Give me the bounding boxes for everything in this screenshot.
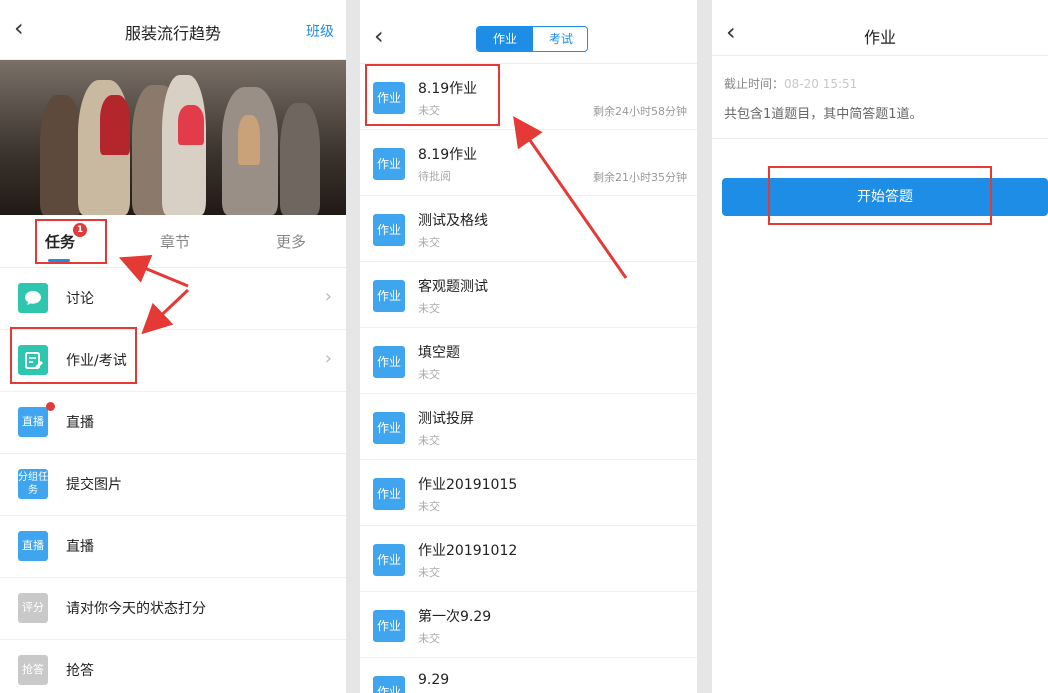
live-icon: 直播 [18,407,48,437]
homework-status: 待批阅 [418,170,451,183]
homework-row[interactable]: 作业 第一次9.29 未交 [360,592,697,658]
deadline-value: 08-20 15:51 [784,77,858,91]
list-item-discussion[interactable]: 讨论 › [0,268,346,330]
homework-icon: 作业 [373,478,405,510]
homework-icon: 作业 [373,412,405,444]
homework-icon: 作业 [373,676,405,693]
tab-task-label: 任务 [45,233,76,251]
homework-icon: 作业 [373,214,405,246]
edit-note-icon [18,345,48,375]
homework-status: 未交 [418,104,440,117]
course-screen: ‹ 服装流行趋势 班级 任务 1 章节 更多 讨论 › 作业/考试 › 直播 直… [0,0,346,693]
divider [697,0,712,693]
homework-icon: 作业 [373,544,405,576]
homework-title: 填空题 [418,345,460,361]
group-task-icon: 分组任务 [18,469,48,499]
page-title: 作业 [863,28,896,47]
chevron-right-icon: › [324,348,332,369]
homework-status: 未交 [418,302,440,315]
homework-icon: 作业 [373,280,405,312]
list-item-label: 直播 [66,539,94,555]
course-tabs: 任务 1 章节 更多 [0,215,346,268]
homework-status: 未交 [418,368,440,381]
homework-title: 客观题测试 [418,279,488,295]
homework-title: 9.29 [418,672,450,688]
homework-status: 未交 [418,632,440,645]
list-item-label: 直播 [66,415,94,431]
time-remaining: 剩余24小时58分钟 [593,105,687,118]
homework-title: 作业20191012 [418,543,518,559]
homework-title: 8.19作业 [418,147,478,163]
time-remaining: 剩余21小时35分钟 [593,171,687,184]
class-link[interactable]: 班级 [306,21,334,41]
list-item-group-task[interactable]: 分组任务 提交图片 [0,454,346,516]
homework-row[interactable]: 作业 测试投屏未交 [360,394,697,460]
list-item-label: 请对你今天的状态打分 [66,601,206,617]
navbar: ‹ 作业 考试 [360,10,697,64]
deadline-label: 截止时间： [724,77,785,91]
homework-row[interactable]: 作业9.29未交 [360,658,697,693]
homework-exam-segment: 作业 考试 [476,26,588,52]
chevron-right-icon: › [324,286,332,307]
homework-icon: 作业 [373,346,405,378]
list-item-live[interactable]: 直播 直播 [0,392,346,454]
homework-row[interactable]: 作业 8.19作业 未交 剩余24小时58分钟 [360,64,697,130]
page-title: 服装流行趋势 [124,24,221,43]
homework-row[interactable]: 作业 客观题测试未交 [360,262,697,328]
question-summary: 共包含1道题目，其中简答题1道。 [724,107,923,122]
list-item-label: 讨论 [66,291,94,307]
divider [712,138,1048,139]
list-item-live-2[interactable]: 直播 直播 [0,516,346,578]
homework-detail-screen: ‹ 作业 截止时间：08-20 15:51 共包含1道题目，其中简答题1道。 开… [712,10,1048,693]
list-item-quick-answer[interactable]: 抢答 抢答 [0,640,346,693]
homework-title: 8.19作业 [418,81,478,97]
homework-list-screen: ‹ 作业 考试 作业 8.19作业 未交 剩余24小时58分钟 作业 8.19作业 待批阅剩… [360,10,697,693]
rating-icon: 评分 [18,593,48,623]
list-item-label: 抢答 [66,663,94,679]
homework-status: 未交 [418,500,440,513]
start-answer-button[interactable]: 开始答题 [722,178,1048,216]
navbar: ‹ 服装流行趋势 班级 [0,0,346,60]
homework-title: 作业20191015 [418,477,518,493]
tab-chapter[interactable]: 章节 [160,231,190,252]
homework-row[interactable]: 作业 作业20191012 未交 [360,526,697,592]
tab-more[interactable]: 更多 [276,231,306,252]
homework-row[interactable]: 作业 8.19作业 待批阅 剩余21小时35分钟 [360,130,697,196]
segment-exam[interactable]: 考试 [533,27,587,51]
homework-row[interactable]: 作业 作业20191015 未交 [360,460,697,526]
homework-status: 未交 [418,566,440,579]
homework-title: 测试及格线 [418,213,488,229]
deadline-info: 截止时间：08-20 15:51 [724,75,857,92]
list-item-label: 提交图片 [66,477,122,493]
homework-row[interactable]: 作业 测试及格线未交 [360,196,697,262]
task-count-badge: 1 [73,223,88,237]
unread-dot [46,402,55,411]
homework-title: 测试投屏 [418,411,474,427]
divider [346,0,360,693]
navbar: ‹ 作业 [712,10,1048,56]
active-tab-indicator [48,259,70,262]
homework-icon: 作业 [373,82,405,114]
course-banner-image [0,60,346,215]
list-item-label: 作业/考试 [66,353,127,369]
homework-status: 未交 [418,236,440,249]
homework-list: 作业 8.19作业 未交 剩余24小时58分钟 作业 8.19作业 待批阅 剩余21小时35分… [360,64,697,693]
homework-status: 未交 [418,434,440,447]
homework-row[interactable]: 作业 填空题未交 [360,328,697,394]
list-item-rating[interactable]: 评分 请对你今天的状态打分 [0,578,346,640]
chat-bubble-icon [18,283,48,313]
live-icon: 直播 [18,531,48,561]
segment-homework[interactable]: 作业 [477,27,533,51]
back-icon[interactable]: ‹ [374,22,384,50]
list-item-homework-exam[interactable]: 作业/考试 › [0,330,346,392]
homework-title: 第一次9.29 [418,609,492,625]
homework-icon: 作业 [373,148,405,180]
quick-answer-icon: 抢答 [18,655,48,685]
homework-icon: 作业 [373,610,405,642]
tab-task[interactable]: 任务 1 [45,223,88,252]
